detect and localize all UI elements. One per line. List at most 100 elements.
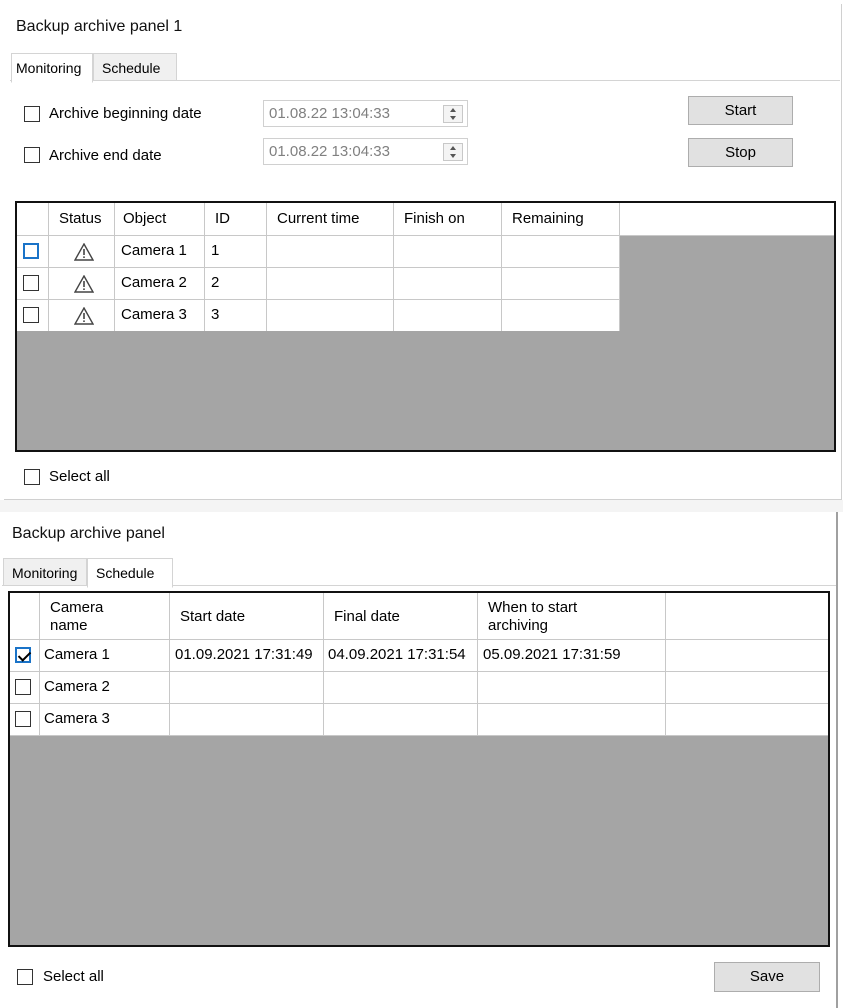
tab-schedule[interactable]: Schedule (87, 558, 173, 588)
row-checkbox[interactable] (15, 679, 31, 695)
column-header-remaining[interactable]: Remaining (502, 203, 620, 235)
remaining-cell (502, 300, 620, 331)
row-checkbox[interactable] (23, 307, 39, 323)
column-header-filler (620, 203, 834, 235)
remaining-cell (502, 268, 620, 299)
grid-header-row: Camera name Start date Final date When t… (10, 593, 828, 640)
row-checkbox[interactable] (15, 711, 31, 727)
when-to-start-cell (478, 672, 666, 703)
start-date-cell (170, 672, 324, 703)
column-header-current-time[interactable]: Current time (267, 203, 394, 235)
current-time-cell (267, 300, 394, 331)
current-time-cell (267, 268, 394, 299)
archive-beginning-date-checkbox[interactable] (24, 106, 40, 122)
row-select-cell (10, 672, 40, 703)
column-header-start-date[interactable]: Start date (170, 593, 324, 639)
finish-on-cell (394, 268, 502, 299)
panel-title: Backup archive panel (12, 525, 165, 542)
table-row[interactable]: Camera 3 3 (17, 300, 620, 331)
start-date-cell (170, 704, 324, 735)
archive-end-date-checkbox[interactable] (24, 147, 40, 163)
select-all-checkbox[interactable] (24, 469, 40, 485)
archive-end-date-label: Archive end date (49, 147, 162, 164)
select-all-checkbox[interactable] (17, 969, 33, 985)
start-button[interactable]: Start (688, 96, 793, 125)
finish-on-cell (394, 300, 502, 331)
row-checkbox[interactable] (23, 275, 39, 291)
backup-archive-panel-1: Backup archive panel 1 Monitoring Schedu… (4, 4, 842, 500)
start-date-cell: 01.09.2021 17:31:49 (170, 640, 324, 671)
row-select-cell (17, 300, 49, 331)
tab-monitoring[interactable]: Monitoring (11, 53, 93, 83)
camera-name-cell: Camera 1 (40, 640, 170, 671)
object-cell: Camera 2 (115, 268, 205, 299)
monitoring-grid: Status Object ID Current time Finish on … (15, 201, 836, 452)
id-cell: 3 (205, 300, 267, 331)
archive-beginning-date-value: 01.08.22 13:04:33 (269, 105, 390, 122)
table-row[interactable]: Camera 1 01.09.2021 17:31:49 04.09.2021 … (10, 640, 828, 672)
filler-cell (666, 640, 828, 671)
column-header-filler (666, 593, 828, 639)
panel-separator (0, 500, 843, 512)
table-row[interactable]: Camera 2 (10, 672, 828, 704)
id-cell: 1 (205, 236, 267, 267)
panel-title: Backup archive panel 1 (16, 18, 183, 35)
tab-monitoring[interactable]: Monitoring (3, 558, 87, 585)
current-time-cell (267, 236, 394, 267)
column-header-status[interactable]: Status (49, 203, 115, 235)
tab-baseline (10, 80, 840, 81)
object-cell: Camera 1 (115, 236, 205, 267)
warning-icon (74, 307, 94, 325)
status-cell (49, 236, 115, 267)
schedule-grid: Camera name Start date Final date When t… (8, 591, 830, 947)
column-header-id[interactable]: ID (205, 203, 267, 235)
status-cell (49, 268, 115, 299)
select-all-label: Select all (49, 468, 110, 485)
filler-cell (666, 672, 828, 703)
tab-schedule[interactable]: Schedule (93, 53, 177, 80)
filler-cell (666, 704, 828, 735)
final-date-cell (324, 672, 478, 703)
remaining-cell (502, 236, 620, 267)
grid-header-row: Status Object ID Current time Finish on … (17, 203, 834, 236)
when-to-start-cell: 05.09.2021 17:31:59 (478, 640, 666, 671)
final-date-cell: 04.09.2021 17:31:54 (324, 640, 478, 671)
date-spinner-icon[interactable] (443, 105, 463, 123)
row-select-cell (10, 640, 40, 671)
column-header-finish-on[interactable]: Finish on (394, 203, 502, 235)
stop-button[interactable]: Stop (688, 138, 793, 167)
archive-beginning-date-input[interactable]: 01.08.22 13:04:33 (263, 100, 468, 127)
camera-name-cell: Camera 3 (40, 704, 170, 735)
row-select-cell (17, 236, 49, 267)
backup-archive-panel: Backup archive panel Monitoring Schedule… (0, 512, 838, 1008)
warning-icon (74, 275, 94, 293)
camera-name-cell: Camera 2 (40, 672, 170, 703)
table-row[interactable]: Camera 1 1 (17, 236, 620, 268)
select-all-label: Select all (43, 968, 104, 985)
table-row[interactable]: Camera 2 2 (17, 268, 620, 300)
column-header-camera-name-text: Camera name (50, 599, 104, 634)
finish-on-cell (394, 236, 502, 267)
column-header-object[interactable]: Object (115, 203, 205, 235)
save-button[interactable]: Save (714, 962, 820, 992)
object-cell: Camera 3 (115, 300, 205, 331)
row-select-cell (17, 268, 49, 299)
row-checkbox[interactable] (23, 243, 39, 259)
archive-end-date-input[interactable]: 01.08.22 13:04:33 (263, 138, 468, 165)
date-spinner-icon[interactable] (443, 143, 463, 161)
column-header-final-date[interactable]: Final date (324, 593, 478, 639)
row-checkbox[interactable] (15, 647, 31, 663)
id-cell: 2 (205, 268, 267, 299)
archive-beginning-date-label: Archive beginning date (49, 105, 202, 122)
when-to-start-cell (478, 704, 666, 735)
header-select-cell (17, 203, 49, 235)
row-select-cell (10, 704, 40, 735)
header-select-cell (10, 593, 40, 639)
status-cell (49, 300, 115, 331)
column-header-when-to-start-text: When to start archiving (488, 599, 578, 634)
archive-end-date-value: 01.08.22 13:04:33 (269, 143, 390, 160)
final-date-cell (324, 704, 478, 735)
column-header-camera-name[interactable]: Camera name (40, 593, 170, 639)
table-row[interactable]: Camera 3 (10, 704, 828, 736)
column-header-when-to-start[interactable]: When to start archiving (478, 593, 666, 639)
